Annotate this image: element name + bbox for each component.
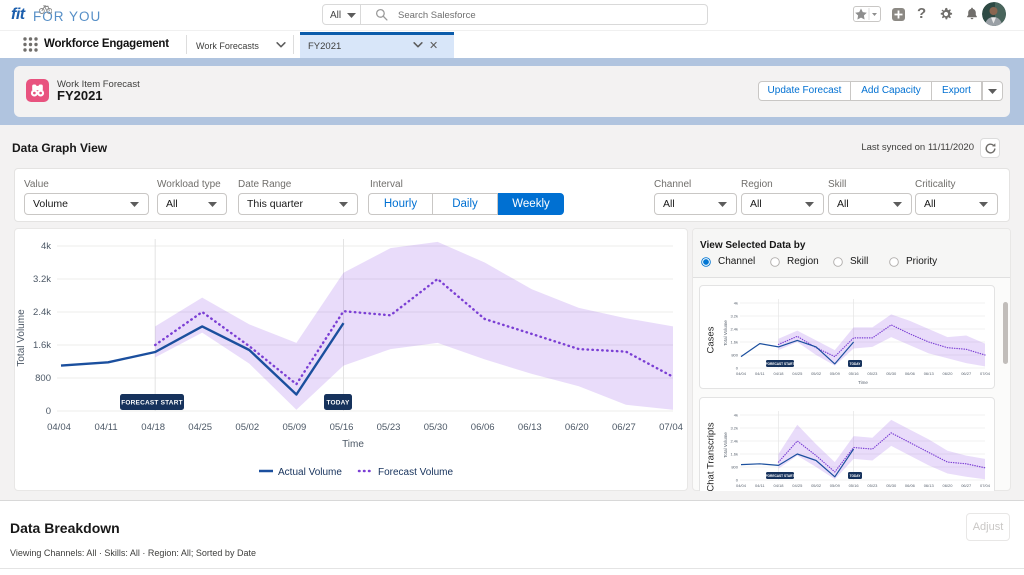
svg-text:04/04: 04/04	[47, 422, 71, 433]
svg-text:07/04: 07/04	[980, 483, 991, 488]
svg-text:05/02: 05/02	[811, 371, 822, 376]
svg-text:06/20: 06/20	[565, 422, 589, 433]
svg-text:4k: 4k	[41, 241, 51, 252]
svg-text:2.4k: 2.4k	[730, 439, 738, 444]
svg-text:06/27: 06/27	[612, 422, 636, 433]
svg-text:05/16: 05/16	[849, 483, 860, 488]
svg-text:Total Volume: Total Volume	[723, 432, 728, 458]
svg-text:05/09: 05/09	[830, 371, 841, 376]
svg-text:05/30: 05/30	[424, 422, 448, 433]
svg-text:FORECAST START: FORECAST START	[766, 474, 795, 478]
svg-text:04/11: 04/11	[755, 371, 765, 376]
svg-text:06/20: 06/20	[942, 483, 953, 488]
svg-text:06/13: 06/13	[924, 371, 935, 376]
svg-text:04/04: 04/04	[736, 483, 747, 488]
svg-text:05/02: 05/02	[235, 422, 259, 433]
svg-text:0: 0	[736, 478, 739, 483]
svg-text:06/06: 06/06	[905, 483, 916, 488]
svg-text:05/23: 05/23	[867, 483, 878, 488]
svg-text:06/06: 06/06	[905, 371, 916, 376]
svg-text:05/09: 05/09	[283, 422, 307, 433]
svg-text:04/25: 04/25	[792, 371, 803, 376]
svg-text:06/27: 06/27	[961, 371, 972, 376]
svg-text:2.4k: 2.4k	[33, 307, 51, 318]
svg-text:3.2k: 3.2k	[730, 314, 738, 319]
svg-text:3.2k: 3.2k	[33, 274, 51, 285]
svg-text:4k: 4k	[734, 413, 738, 418]
svg-text:Time: Time	[342, 439, 364, 450]
svg-text:04/11: 04/11	[95, 422, 118, 433]
svg-text:05/09: 05/09	[830, 483, 841, 488]
svg-text:TODAY: TODAY	[326, 400, 350, 407]
svg-text:04/18: 04/18	[773, 483, 784, 488]
svg-text:4k: 4k	[734, 301, 738, 306]
svg-text:800: 800	[35, 373, 51, 384]
svg-text:0: 0	[46, 406, 51, 417]
svg-text:0: 0	[736, 366, 739, 371]
svg-text:06/20: 06/20	[942, 371, 953, 376]
svg-text:07/04: 07/04	[659, 422, 683, 433]
svg-text:05/16: 05/16	[330, 422, 354, 433]
svg-text:Time: Time	[858, 380, 868, 385]
svg-text:06/13: 06/13	[924, 483, 935, 488]
svg-text:04/04: 04/04	[736, 371, 747, 376]
svg-text:1.6k: 1.6k	[730, 340, 738, 345]
svg-text:05/23: 05/23	[377, 422, 401, 433]
svg-text:TODAY: TODAY	[850, 474, 862, 478]
svg-text:04/25: 04/25	[188, 422, 212, 433]
svg-text:06/27: 06/27	[961, 483, 972, 488]
svg-text:05/02: 05/02	[811, 483, 822, 488]
svg-text:Total Volume: Total Volume	[723, 320, 728, 346]
svg-text:04/18: 04/18	[773, 371, 784, 376]
svg-text:04/25: 04/25	[792, 483, 803, 488]
svg-text:05/23: 05/23	[867, 371, 878, 376]
svg-text:Actual Volume: Actual Volume	[278, 467, 342, 478]
svg-text:2.4k: 2.4k	[730, 327, 738, 332]
svg-text:05/16: 05/16	[849, 371, 860, 376]
svg-text:05/30: 05/30	[886, 483, 897, 488]
svg-text:04/18: 04/18	[141, 422, 165, 433]
svg-text:Total Volume: Total Volume	[16, 309, 27, 367]
svg-text:07/04: 07/04	[980, 371, 991, 376]
svg-text:TODAY: TODAY	[850, 362, 862, 366]
svg-text:800: 800	[731, 353, 738, 358]
svg-text:04/11: 04/11	[755, 483, 765, 488]
svg-text:Forecast Volume: Forecast Volume	[378, 467, 453, 478]
svg-text:FORECAST START: FORECAST START	[121, 400, 183, 407]
svg-text:06/13: 06/13	[518, 422, 542, 433]
svg-text:06/06: 06/06	[471, 422, 495, 433]
svg-text:3.2k: 3.2k	[730, 426, 738, 431]
svg-text:800: 800	[731, 465, 738, 470]
svg-text:1.6k: 1.6k	[730, 452, 738, 457]
svg-text:05/30: 05/30	[886, 371, 897, 376]
svg-text:FORECAST START: FORECAST START	[766, 362, 795, 366]
svg-text:1.6k: 1.6k	[33, 340, 51, 351]
